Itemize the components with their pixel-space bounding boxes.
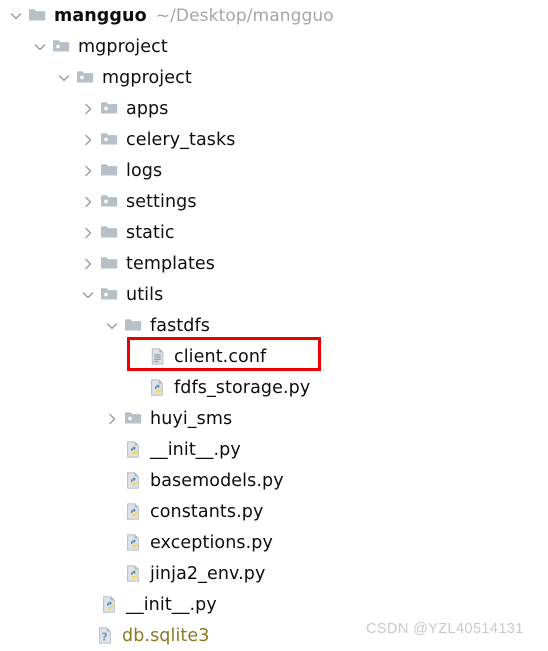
chevron-right-icon[interactable] <box>80 225 96 241</box>
tree-item-label: templates <box>126 253 216 274</box>
module-folder-icon <box>100 192 119 211</box>
tree-item-label: apps <box>126 98 169 119</box>
tree-item-label: utils <box>126 284 164 305</box>
tree-row[interactable]: constants.py <box>0 496 548 527</box>
chevron-right-icon[interactable] <box>80 256 96 272</box>
module-folder-icon <box>100 130 119 149</box>
tree-row[interactable]: client.conf <box>0 341 548 372</box>
module-folder-icon <box>52 37 71 56</box>
tree-item-label: basemodels.py <box>150 470 284 491</box>
tree-item-path: ~/Desktop/mangguo <box>155 5 334 26</box>
chevron-right-icon[interactable] <box>80 101 96 117</box>
tree-row[interactable]: fdfs_storage.py <box>0 372 548 403</box>
tree-row[interactable]: static <box>0 217 548 248</box>
folder-icon <box>100 161 119 180</box>
python-file-icon <box>124 471 143 490</box>
tree-row[interactable]: __init__.py <box>0 589 548 620</box>
watermark-text: CSDN @YZL40514131 <box>366 621 524 637</box>
chevron-right-icon[interactable] <box>104 411 120 427</box>
tree-item-label: settings <box>126 191 197 212</box>
tree-row[interactable]: utils <box>0 279 548 310</box>
tree-row[interactable]: huyi_sms <box>0 403 548 434</box>
tree-item-label: logs <box>126 160 163 181</box>
chevron-down-icon[interactable] <box>32 39 48 55</box>
folder-icon <box>100 254 119 273</box>
chevron-right-icon[interactable] <box>80 163 96 179</box>
tree-row[interactable]: logs <box>0 155 548 186</box>
folder-icon <box>124 316 143 335</box>
tree-row[interactable]: celery_tasks <box>0 124 548 155</box>
tree-row[interactable]: exceptions.py <box>0 527 548 558</box>
tree-row[interactable]: __init__.py <box>0 434 548 465</box>
chevron-right-icon[interactable] <box>80 132 96 148</box>
chevron-down-icon[interactable] <box>8 8 24 24</box>
tree-row[interactable]: fastdfs <box>0 310 548 341</box>
tree-row[interactable]: apps <box>0 93 548 124</box>
tree-item-label: db.sqlite3 <box>122 625 210 646</box>
tree-row[interactable]: mgproject <box>0 62 548 93</box>
text-file-icon <box>148 347 167 366</box>
tree-item-label: jinja2_env.py <box>150 563 266 584</box>
tree-row[interactable]: jinja2_env.py <box>0 558 548 589</box>
tree-item-label: __init__.py <box>126 594 217 615</box>
chevron-right-icon[interactable] <box>80 194 96 210</box>
tree-item-label: static <box>126 222 175 243</box>
tree-row[interactable]: settings <box>0 186 548 217</box>
tree-item-label: mangguo <box>54 5 147 26</box>
module-folder-icon <box>100 285 119 304</box>
tree-item-label: fastdfs <box>150 315 210 336</box>
module-folder-icon <box>76 68 95 87</box>
tree-item-label: celery_tasks <box>126 129 236 150</box>
tree-row[interactable]: mangguo ~/Desktop/mangguo <box>0 0 548 31</box>
unknown-file-icon: ? <box>96 626 115 645</box>
tree-item-label: __init__.py <box>150 439 241 460</box>
tree-row[interactable]: templates <box>0 248 548 279</box>
python-file-icon <box>124 564 143 583</box>
module-folder-icon <box>124 409 143 428</box>
chevron-down-icon[interactable] <box>56 70 72 86</box>
chevron-down-icon[interactable] <box>104 318 120 334</box>
tree-item-label: huyi_sms <box>150 408 233 429</box>
chevron-down-icon[interactable] <box>80 287 96 303</box>
tree-item-label: mgproject <box>102 67 192 88</box>
tree-item-label: mgproject <box>78 36 168 57</box>
python-file-icon <box>148 378 167 397</box>
python-file-icon <box>124 502 143 521</box>
tree-item-label: fdfs_storage.py <box>174 377 311 398</box>
module-folder-icon <box>100 99 119 118</box>
tree-row[interactable]: mgproject <box>0 31 548 62</box>
tree-item-label: client.conf <box>174 346 267 367</box>
tree-row[interactable]: basemodels.py <box>0 465 548 496</box>
tree-item-label: exceptions.py <box>150 532 273 553</box>
python-file-icon <box>124 440 143 459</box>
python-file-icon <box>100 595 119 614</box>
tree-item-label: constants.py <box>150 501 264 522</box>
python-file-icon <box>124 533 143 552</box>
svg-text:?: ? <box>102 632 108 644</box>
folder-icon <box>100 223 119 242</box>
folder-icon <box>28 6 47 25</box>
project-file-tree[interactable]: mangguo ~/Desktop/mangguo mgproject mgproje… <box>0 0 548 651</box>
